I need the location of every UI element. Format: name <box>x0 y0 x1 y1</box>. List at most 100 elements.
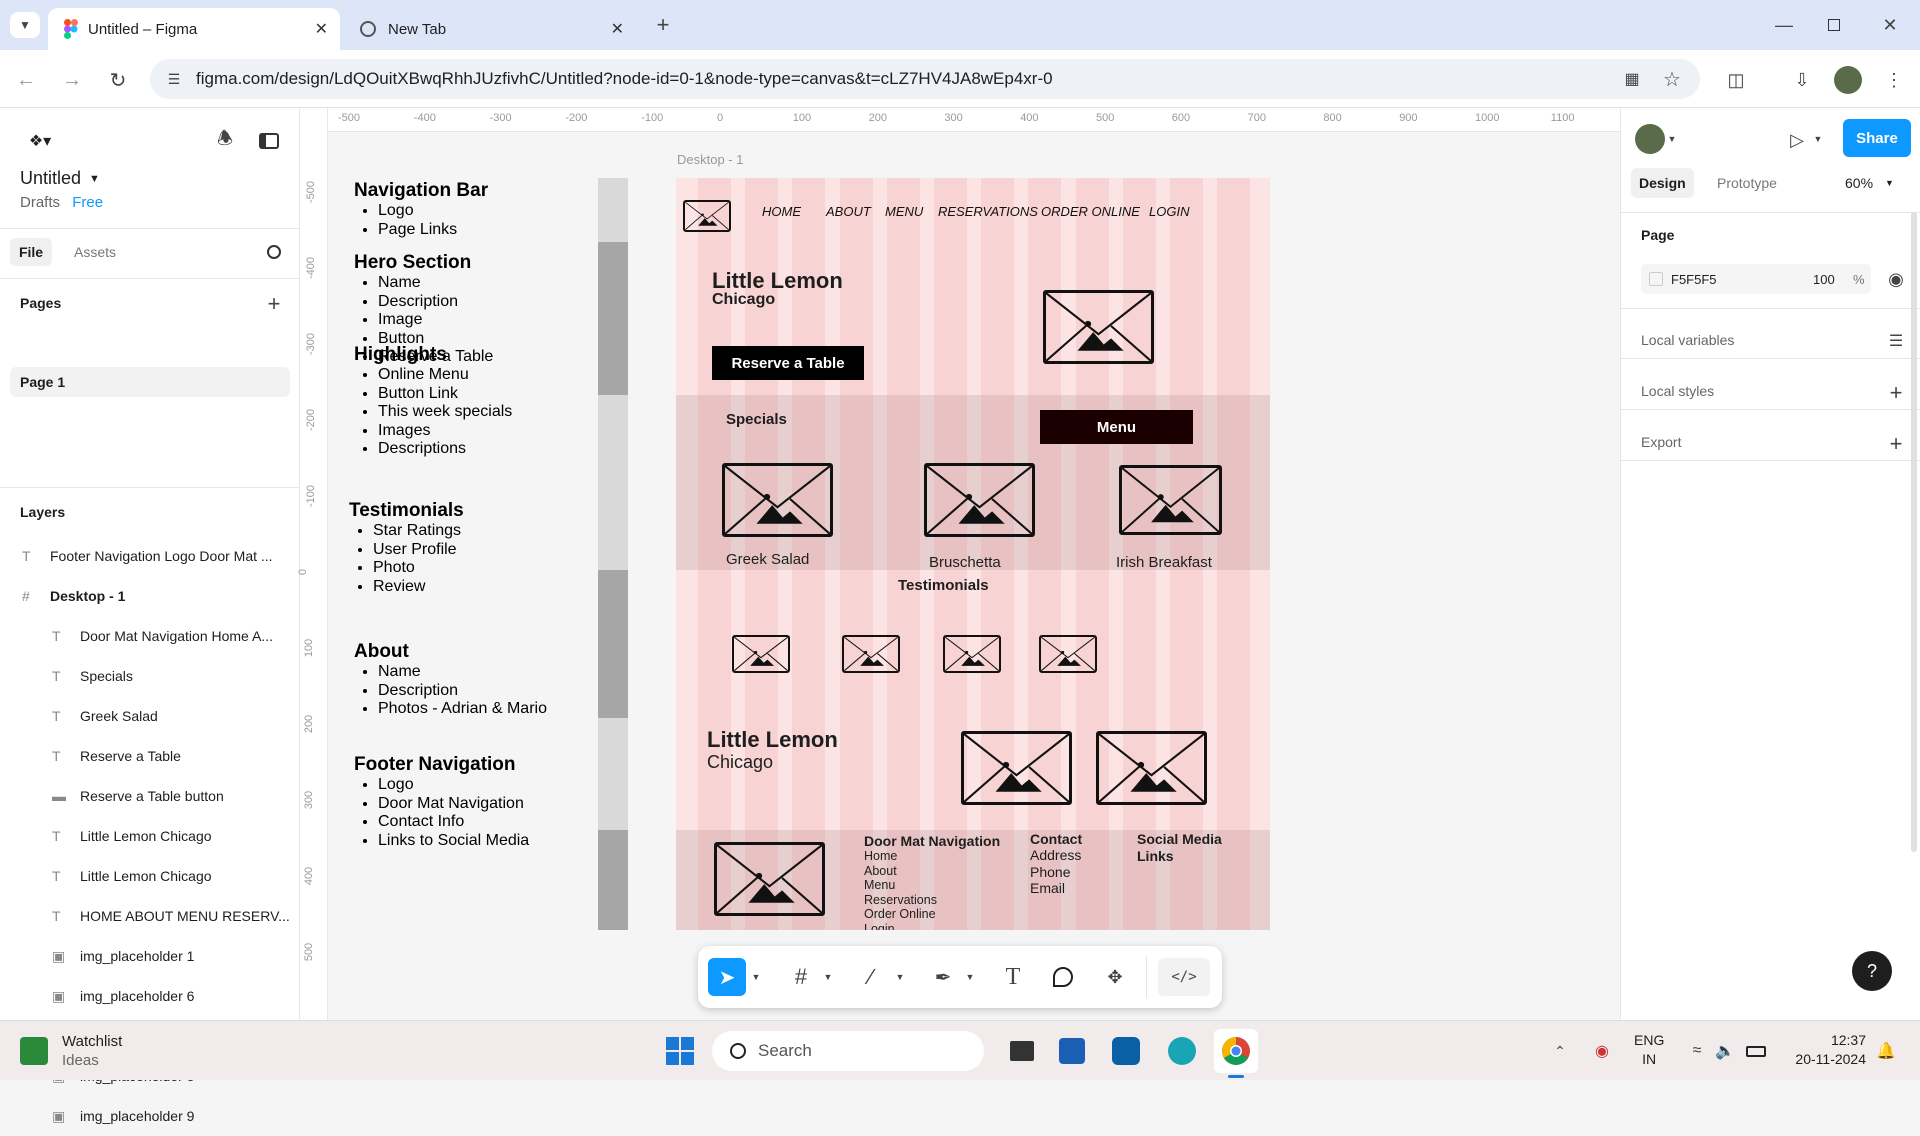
layer-item[interactable]: ▣ img_placeholder 6 <box>0 976 299 1016</box>
specials-heading[interactable]: Specials <box>726 411 787 428</box>
frame-label[interactable]: Desktop - 1 <box>677 152 743 167</box>
forward-arrow-icon[interactable]: → <box>58 66 86 94</box>
chevron-down-icon[interactable]: ▼ <box>964 968 976 986</box>
door-mat-heading[interactable]: Door Mat Navigation <box>864 833 1000 849</box>
nav-link-menu[interactable]: MENU <box>885 204 923 219</box>
hero-image-placeholder[interactable] <box>1043 290 1154 364</box>
tab-assets[interactable]: Assets <box>74 244 116 260</box>
restore-icon[interactable] <box>1814 10 1854 40</box>
door-mat-link[interactable]: Home <box>864 849 937 864</box>
no-tracking-icon[interactable]: ▦ <box>1620 67 1644 91</box>
microsoft-store-icon[interactable] <box>1050 1029 1094 1073</box>
toggle-sidebar-icon[interactable] <box>256 130 282 152</box>
nav-link-home[interactable]: HOME <box>762 204 801 219</box>
nav-link-reservations[interactable]: RESERVATIONS <box>938 204 1038 219</box>
edge-browser-icon[interactable] <box>1160 1029 1204 1073</box>
tab-design[interactable]: Design <box>1631 168 1694 198</box>
contact-item[interactable]: Email <box>1030 880 1081 897</box>
user-avatar[interactable] <box>1635 124 1665 154</box>
contact-item[interactable]: Phone <box>1030 864 1081 881</box>
close-tab-icon[interactable]: ✕ <box>611 19 624 39</box>
bookmark-star-icon[interactable]: ☆ <box>1660 67 1684 91</box>
chevron-down-icon[interactable]: ▼ <box>1811 130 1825 148</box>
add-page-plus-icon[interactable]: + <box>262 291 286 316</box>
extensions-icon[interactable]: ◫ <box>1722 66 1750 94</box>
color-swatch[interactable] <box>1649 272 1663 286</box>
page-opacity[interactable]: 100 <box>1813 272 1835 287</box>
text-tool-icon[interactable]: T <box>994 958 1032 996</box>
layer-item[interactable]: T Little Lemon Chicago <box>0 856 299 896</box>
door-mat-link[interactable]: About <box>864 864 937 879</box>
testimonial-photo-placeholder[interactable] <box>1039 635 1097 673</box>
dish-image-placeholder[interactable] <box>1119 465 1222 535</box>
minimize-icon[interactable]: — <box>1764 10 1804 40</box>
tab-prototype[interactable]: Prototype <box>1717 175 1777 191</box>
dev-mode-code-icon[interactable]: </> <box>1158 958 1210 996</box>
nav-link-order-online[interactable]: ORDER ONLINE <box>1041 204 1140 219</box>
layer-item[interactable]: ▣ img_placeholder 1 <box>0 936 299 976</box>
nav-link-about[interactable]: ABOUT <box>826 204 871 219</box>
download-icon[interactable]: ⇩ <box>1788 66 1816 94</box>
door-mat-link[interactable]: Reservations <box>864 893 937 908</box>
dish-image-placeholder[interactable] <box>924 463 1035 537</box>
about-subtitle[interactable]: Chicago <box>707 752 773 773</box>
address-bar[interactable]: ☰ figma.com/design/LdQOuitXBwqRhhJUzfivh… <box>150 59 1700 99</box>
layer-item[interactable]: T Footer Navigation Logo Door Mat ... <box>0 536 299 576</box>
tab-search-chevron-icon[interactable]: ▼ <box>10 12 40 38</box>
site-info-icon[interactable]: ☰ <box>164 69 184 89</box>
zoom-level[interactable]: 60% ▼ <box>1845 175 1894 191</box>
drafts-label[interactable]: Drafts <box>20 194 60 211</box>
layer-item[interactable]: T HOME ABOUT MENU RESERV... <box>0 896 299 936</box>
dish-label-irish-breakfast[interactable]: Irish Breakfast <box>1116 554 1212 571</box>
dish-label-greek-salad[interactable]: Greek Salad <box>726 551 809 568</box>
chevron-down-icon[interactable]: ▼ <box>1665 130 1679 148</box>
line-tool-icon[interactable]: ∕ <box>852 958 890 996</box>
page-color-field[interactable]: F5F5F5 100 % <box>1641 264 1871 294</box>
pen-tool-icon[interactable]: ✒ <box>924 958 962 996</box>
layer-item[interactable]: T Little Lemon Chicago <box>0 816 299 856</box>
testimonials-heading[interactable]: Testimonials <box>898 577 989 594</box>
about-title[interactable]: Little Lemon <box>707 727 838 753</box>
hero-subtitle[interactable]: Chicago <box>712 291 775 309</box>
social-heading[interactable]: Social Media Links <box>1137 831 1222 864</box>
close-window-icon[interactable]: ✕ <box>1870 10 1910 40</box>
menu-button[interactable]: Menu <box>1040 410 1193 444</box>
help-question-icon[interactable]: ? <box>1852 951 1892 991</box>
taskbar-search-box[interactable]: Search <box>712 1031 984 1071</box>
volume-icon[interactable]: 🔈 <box>1714 1039 1736 1063</box>
local-styles-section[interactable]: Local styles <box>1641 383 1714 399</box>
chevron-down-icon[interactable]: ▼ <box>750 968 762 986</box>
profile-avatar[interactable] <box>1834 66 1862 94</box>
dell-app-icon[interactable] <box>1104 1029 1148 1073</box>
notification-bell-icon[interactable]: 🔔 <box>1874 1039 1898 1063</box>
layer-item[interactable]: # Desktop - 1 <box>0 576 299 616</box>
clock[interactable]: 12:37 20-11-2024 <box>1786 1031 1866 1069</box>
watchlist-widget[interactable]: Watchlist Ideas <box>20 1029 122 1073</box>
battery-icon[interactable] <box>1744 1039 1768 1063</box>
layer-item[interactable]: ▣ img_placeholder 9 <box>0 1096 299 1136</box>
testimonial-photo-placeholder[interactable] <box>842 635 900 673</box>
visibility-eye-icon[interactable]: ◉ <box>1883 266 1909 292</box>
dish-label-bruschetta[interactable]: Bruschetta <box>929 554 1001 571</box>
layer-item[interactable]: T Door Mat Navigation Home A... <box>0 616 299 656</box>
tab-figma[interactable]: Untitled – Figma ✕ <box>48 8 340 50</box>
about-photo-placeholder[interactable] <box>961 731 1072 805</box>
footer-logo-placeholder[interactable] <box>714 842 825 916</box>
tab-file[interactable]: File <box>10 238 52 266</box>
wifi-icon[interactable]: ≈ <box>1686 1039 1708 1063</box>
frame-tool-icon[interactable]: # <box>782 958 820 996</box>
contact-item[interactable]: Address <box>1030 847 1081 864</box>
page-item-page-1[interactable]: Page 1 <box>10 367 290 397</box>
testimonial-photo-placeholder[interactable] <box>943 635 1001 673</box>
show-hidden-icons-chevron[interactable]: ⌃ <box>1548 1039 1572 1063</box>
reload-icon[interactable]: ↻ <box>104 66 132 94</box>
figma-menu-icon[interactable]: ❖▾ <box>20 128 60 154</box>
nav-link-login[interactable]: LOGIN <box>1149 204 1189 219</box>
panel-scrollbar[interactable] <box>1911 212 1917 852</box>
start-windows-icon[interactable] <box>658 1029 702 1073</box>
about-photo-placeholder[interactable] <box>1096 731 1207 805</box>
actions-tool-icon[interactable]: ✥ <box>1096 958 1134 996</box>
logo-image-placeholder[interactable] <box>683 200 731 232</box>
notifications-bell-icon[interactable]: 🕭 <box>212 128 238 154</box>
layer-item[interactable]: T Greek Salad <box>0 696 299 736</box>
